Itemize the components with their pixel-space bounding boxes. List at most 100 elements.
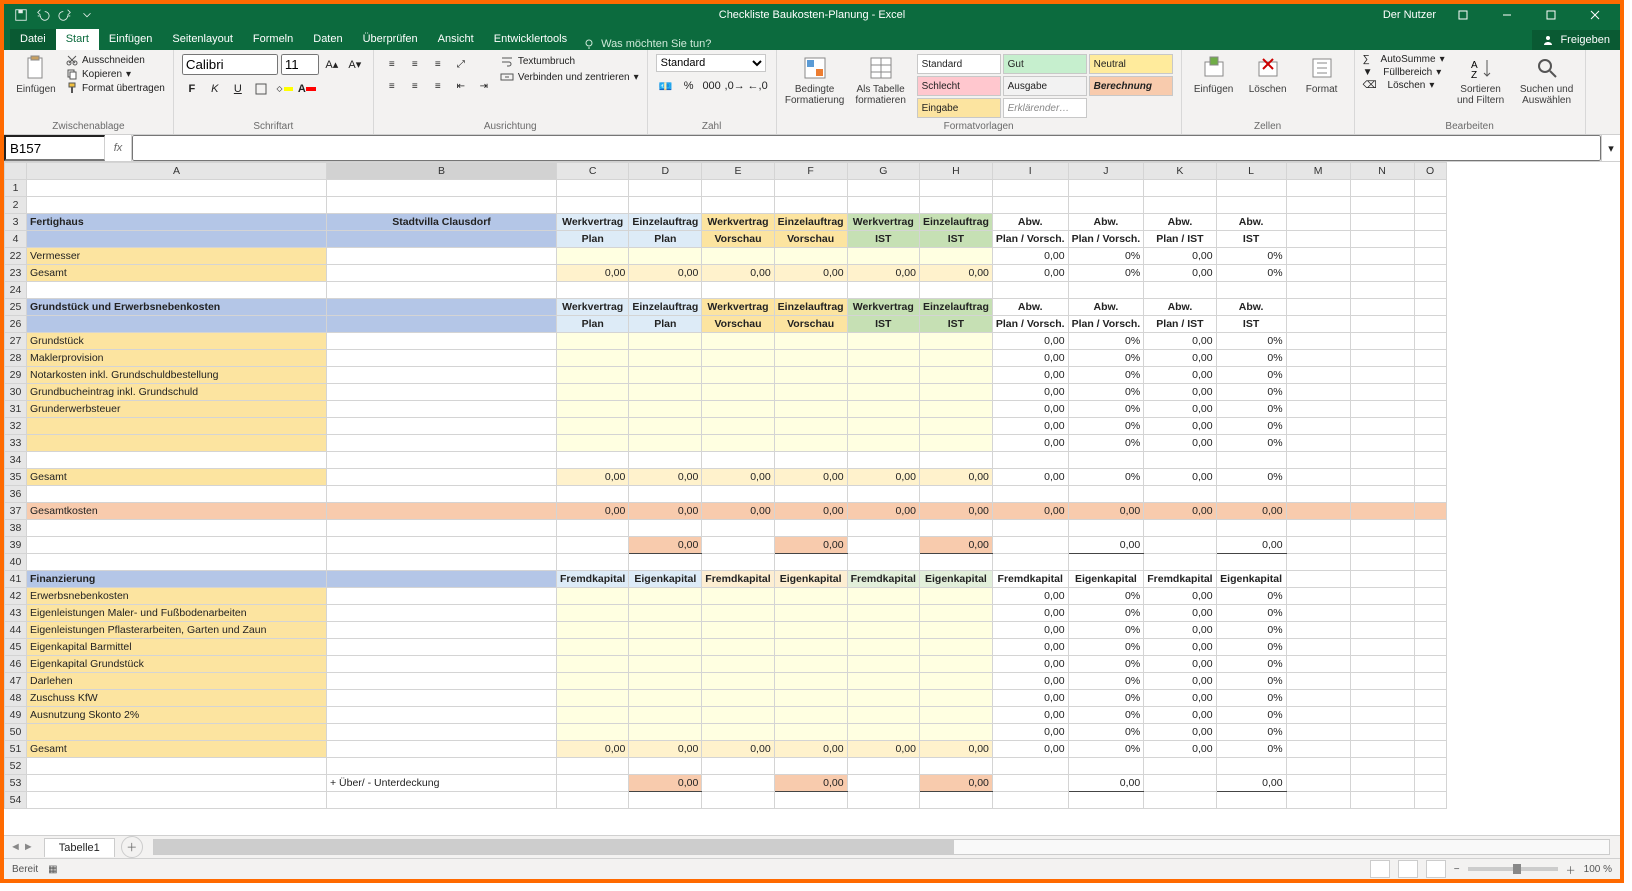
cell[interactable]: 0,00 <box>1216 537 1286 554</box>
cell[interactable] <box>1414 707 1446 724</box>
view-pagelayout-icon[interactable] <box>1398 860 1418 878</box>
cell[interactable] <box>1414 180 1446 197</box>
cell[interactable]: 0,00 <box>1144 673 1216 690</box>
cell[interactable] <box>557 758 629 775</box>
wrap-text-button[interactable]: Textumbruch <box>500 54 639 68</box>
tab-review[interactable]: Überprüfen <box>353 29 428 50</box>
cell[interactable] <box>919 656 992 673</box>
cell[interactable] <box>1414 316 1446 333</box>
qat-customize-icon[interactable] <box>80 8 94 22</box>
cell[interactable] <box>1350 520 1414 537</box>
cell[interactable] <box>1350 367 1414 384</box>
cell[interactable] <box>847 197 919 214</box>
cell[interactable]: 0,00 <box>702 265 774 282</box>
cell[interactable]: Eigenkapital Grundstück <box>27 656 327 673</box>
cell[interactable] <box>1350 248 1414 265</box>
col-header[interactable]: E <box>702 163 774 180</box>
cell[interactable]: 0,00 <box>774 469 847 486</box>
row-header[interactable]: 36 <box>5 486 27 503</box>
cell[interactable] <box>702 588 774 605</box>
cell[interactable]: 0,00 <box>847 265 919 282</box>
indent-decrease-icon[interactable]: ⇤ <box>451 76 471 96</box>
cell[interactable]: 0% <box>1068 605 1144 622</box>
row-header[interactable]: 37 <box>5 503 27 520</box>
cell[interactable] <box>557 367 629 384</box>
cell[interactable] <box>27 180 327 197</box>
cell[interactable]: IST <box>1216 316 1286 333</box>
cell[interactable] <box>919 435 992 452</box>
cell[interactable]: IST <box>919 231 992 248</box>
cell[interactable] <box>27 316 327 333</box>
row-header[interactable]: 46 <box>5 656 27 673</box>
cell[interactable] <box>1350 316 1414 333</box>
cell[interactable] <box>1286 469 1350 486</box>
cell[interactable] <box>774 792 847 809</box>
cell[interactable] <box>1286 350 1350 367</box>
cell[interactable]: Gesamtkosten <box>27 503 327 520</box>
cell[interactable] <box>327 554 557 571</box>
row-header[interactable]: 2 <box>5 197 27 214</box>
cell[interactable] <box>1068 758 1144 775</box>
cell[interactable]: 0,00 <box>992 588 1068 605</box>
cell[interactable] <box>1414 469 1446 486</box>
cell[interactable] <box>919 622 992 639</box>
tab-pagelayout[interactable]: Seitenlayout <box>162 29 243 50</box>
cell[interactable]: 0,00 <box>919 741 992 758</box>
cell[interactable] <box>774 197 847 214</box>
row-header[interactable]: 30 <box>5 384 27 401</box>
cell[interactable] <box>1144 520 1216 537</box>
row-header[interactable]: 26 <box>5 316 27 333</box>
align-left-icon[interactable]: ≡ <box>382 76 402 96</box>
cell[interactable] <box>919 418 992 435</box>
cell[interactable] <box>847 707 919 724</box>
cell[interactable] <box>847 775 919 792</box>
cell[interactable]: 0,00 <box>629 741 702 758</box>
cell[interactable] <box>327 197 557 214</box>
cell[interactable]: Fremdkapital <box>992 571 1068 588</box>
cell[interactable] <box>1350 333 1414 350</box>
cell[interactable] <box>557 724 629 741</box>
cell[interactable] <box>774 180 847 197</box>
cell[interactable] <box>1414 571 1446 588</box>
align-bottom-icon[interactable]: ≡ <box>428 54 448 74</box>
cell[interactable]: 0,00 <box>629 775 702 792</box>
cell[interactable]: 0% <box>1216 673 1286 690</box>
row-header[interactable]: 45 <box>5 639 27 656</box>
cut-button[interactable]: Ausschneiden <box>66 54 165 66</box>
cell[interactable]: Abw. <box>1216 214 1286 231</box>
cell[interactable]: 0% <box>1068 350 1144 367</box>
cell[interactable] <box>1286 605 1350 622</box>
cell[interactable]: 0% <box>1216 707 1286 724</box>
row-header[interactable]: 28 <box>5 350 27 367</box>
cell[interactable] <box>557 384 629 401</box>
cell[interactable]: 0,00 <box>919 503 992 520</box>
cell[interactable] <box>557 554 629 571</box>
cell[interactable]: Eigenkapital <box>629 571 702 588</box>
cell[interactable] <box>1414 758 1446 775</box>
cell[interactable] <box>327 367 557 384</box>
cell[interactable] <box>1414 197 1446 214</box>
cell[interactable] <box>1286 520 1350 537</box>
cell[interactable] <box>847 690 919 707</box>
cell[interactable] <box>327 639 557 656</box>
cell[interactable] <box>327 435 557 452</box>
cell[interactable] <box>557 520 629 537</box>
cell[interactable] <box>702 248 774 265</box>
cell[interactable]: IST <box>1216 231 1286 248</box>
cell[interactable] <box>702 350 774 367</box>
increase-font-icon[interactable]: A▴ <box>322 54 342 74</box>
cell[interactable] <box>702 282 774 299</box>
cell[interactable] <box>774 656 847 673</box>
user-name[interactable]: Der Nutzer <box>1383 9 1436 21</box>
cell[interactable] <box>774 673 847 690</box>
cell[interactable]: Eigenkapital <box>919 571 992 588</box>
cell[interactable] <box>919 639 992 656</box>
find-select-button[interactable]: Suchen und Auswählen <box>1517 54 1577 106</box>
zoom-in-icon[interactable]: ＋ <box>1566 862 1576 877</box>
cell[interactable] <box>557 588 629 605</box>
row-header[interactable]: 48 <box>5 690 27 707</box>
cell[interactable] <box>327 265 557 282</box>
orientation-icon[interactable]: ⤢ <box>451 54 471 74</box>
cell[interactable]: 0,00 <box>1068 503 1144 520</box>
row-header[interactable]: 41 <box>5 571 27 588</box>
